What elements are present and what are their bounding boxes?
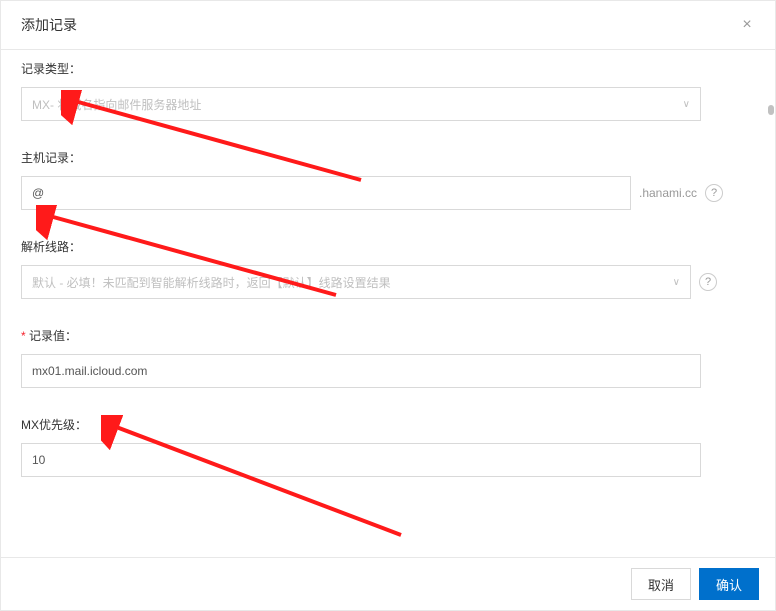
field-record-value: 记录值： [21, 327, 753, 388]
label-record-value: 记录值： [21, 327, 753, 344]
input-mx-priority[interactable] [32, 444, 690, 476]
modal-title: 添加记录 [21, 15, 77, 35]
chevron-down-icon: ∨ [683, 99, 690, 110]
input-host-record[interactable] [32, 177, 620, 209]
label-record-type: 记录类型： [21, 60, 753, 77]
label-resolve-line: 解析线路： [21, 238, 753, 255]
input-host-record-wrapper [21, 176, 631, 210]
scrollbar-thumb[interactable] [768, 105, 774, 115]
close-icon[interactable]: × [739, 17, 755, 33]
select-record-type[interactable]: MX- 将域名指向邮件服务器地址 ∨ [21, 87, 701, 121]
chevron-down-icon: ∨ [673, 277, 680, 288]
field-record-type: 记录类型： MX- 将域名指向邮件服务器地址 ∨ [21, 60, 753, 121]
input-record-value-wrapper [21, 354, 701, 388]
field-resolve-line: 解析线路： 默认 - 必填！未匹配到智能解析线路时，返回【默认】线路设置结果 ∨… [21, 238, 753, 299]
help-icon[interactable]: ? [699, 273, 717, 291]
input-mx-priority-wrapper [21, 443, 701, 477]
host-record-suffix: .hanami.cc [639, 186, 697, 200]
modal-footer: 取消 确认 [1, 557, 775, 610]
confirm-button[interactable]: 确认 [699, 568, 759, 600]
modal-header: 添加记录 × [1, 1, 775, 50]
modal-body: 记录类型： MX- 将域名指向邮件服务器地址 ∨ 主机记录： .hanami.c… [1, 50, 775, 557]
field-mx-priority: MX优先级： [21, 416, 753, 477]
select-resolve-line[interactable]: 默认 - 必填！未匹配到智能解析线路时，返回【默认】线路设置结果 ∨ [21, 265, 691, 299]
input-record-value[interactable] [32, 355, 690, 387]
select-record-type-value: MX- 将域名指向邮件服务器地址 [32, 96, 201, 113]
label-host-record: 主机记录： [21, 149, 753, 166]
field-host-record: 主机记录： .hanami.cc ? [21, 149, 753, 210]
label-mx-priority: MX优先级： [21, 416, 753, 433]
scrollbar-track[interactable] [767, 50, 775, 557]
help-icon[interactable]: ? [705, 184, 723, 202]
cancel-button[interactable]: 取消 [631, 568, 691, 600]
add-record-modal: 添加记录 × 记录类型： MX- 将域名指向邮件服务器地址 ∨ 主机记录： [0, 0, 776, 611]
select-resolve-line-value: 默认 - 必填！未匹配到智能解析线路时，返回【默认】线路设置结果 [32, 274, 391, 291]
